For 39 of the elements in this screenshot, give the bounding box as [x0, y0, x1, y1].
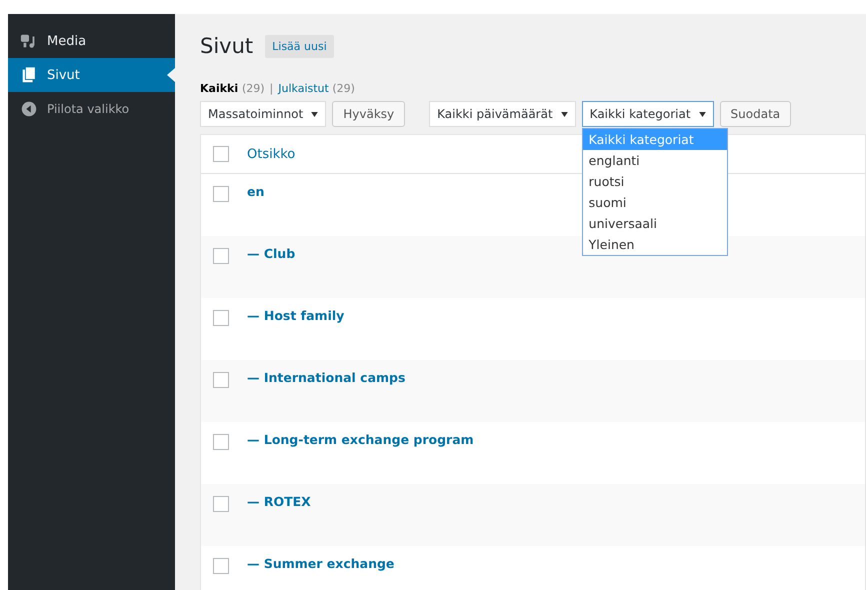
- page-title: Sivut: [200, 34, 254, 58]
- dropdown-option[interactable]: universaali: [582, 213, 727, 234]
- filter-button[interactable]: Suodata: [720, 101, 792, 127]
- row-checkbox[interactable]: [213, 248, 229, 264]
- add-new-button[interactable]: Lisää uusi: [265, 34, 334, 58]
- caret-icon: [311, 112, 318, 116]
- row-checkbox[interactable]: [213, 434, 229, 450]
- page-title-link[interactable]: — Club: [247, 246, 296, 261]
- dropdown-option[interactable]: suomi: [582, 192, 727, 213]
- date-select[interactable]: Kaikki päivämäärät: [429, 101, 576, 127]
- page-title-link[interactable]: — Long-term exchange program: [247, 432, 474, 447]
- page-title-link[interactable]: en: [247, 184, 264, 199]
- page-title-link[interactable]: — International camps: [247, 370, 406, 385]
- filter-link[interactable]: Julkaistut (29): [278, 82, 355, 94]
- apply-button[interactable]: Hyväksy: [332, 101, 406, 127]
- row-checkbox[interactable]: [213, 372, 229, 388]
- row-checkbox[interactable]: [213, 310, 229, 326]
- page-title-link[interactable]: — Host family: [247, 308, 344, 323]
- row-checkbox[interactable]: [213, 186, 229, 202]
- caret-icon: [560, 112, 568, 116]
- separator: |: [270, 82, 274, 94]
- select-all-checkbox[interactable]: [213, 146, 229, 162]
- row-checkbox[interactable]: [213, 558, 229, 574]
- page-title-link[interactable]: — Summer exchange: [247, 556, 394, 571]
- bulk-actions-select[interactable]: Massatoiminnot: [200, 101, 326, 127]
- dropdown-option[interactable]: ruotsi: [582, 171, 727, 192]
- pages-icon: [20, 66, 38, 84]
- sidebar-item[interactable]: Sivut: [8, 58, 175, 92]
- filter-link[interactable]: Kaikki (29): [200, 82, 265, 94]
- row-checkbox[interactable]: [213, 496, 229, 512]
- page-title-link[interactable]: — ROTEX: [247, 494, 311, 509]
- sidebar-item[interactable]: Media: [8, 24, 175, 58]
- collapse-icon: [20, 100, 38, 118]
- sidebar-item[interactable]: Piilota valikko: [8, 92, 175, 126]
- caret-icon: [698, 112, 706, 116]
- dropdown-option[interactable]: Yleinen: [582, 234, 727, 255]
- column-header[interactable]: Otsikko: [247, 146, 296, 162]
- category-select[interactable]: Kaikki kategoriat: [582, 101, 714, 127]
- dropdown-option[interactable]: englanti: [582, 150, 727, 171]
